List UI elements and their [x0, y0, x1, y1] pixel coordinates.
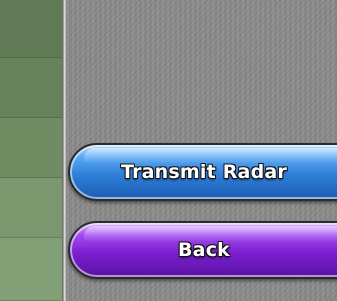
left-tab-item[interactable]	[0, 58, 62, 118]
left-tab-item[interactable]	[0, 178, 62, 238]
transmit-radar-label: Transmit Radar	[121, 161, 287, 183]
left-tab-item[interactable]	[0, 118, 62, 178]
left-tab-item[interactable]	[0, 0, 62, 58]
transmit-radar-button[interactable]: Transmit Radar	[68, 143, 337, 201]
radar-menu-screen: Transmit Radar Back	[0, 0, 337, 301]
left-tab-item[interactable]	[0, 238, 62, 301]
back-label: Back	[177, 239, 230, 261]
back-button[interactable]: Back	[68, 221, 337, 279]
left-tab-strip	[0, 0, 62, 301]
